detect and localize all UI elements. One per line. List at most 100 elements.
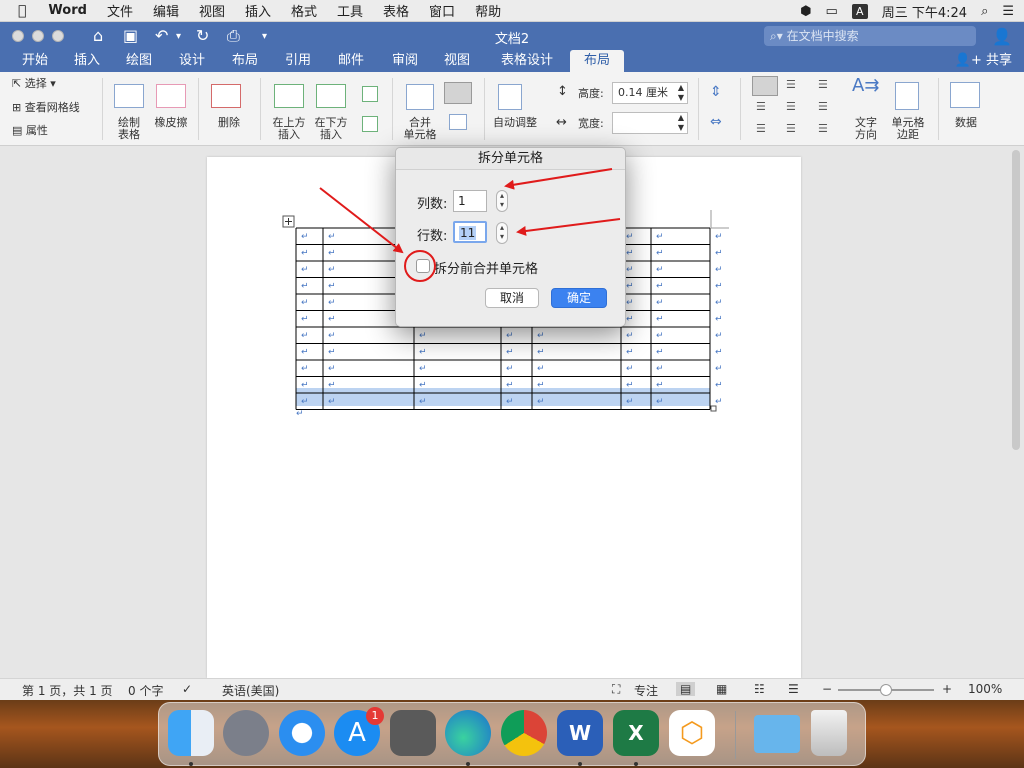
distribute-rows-icon[interactable]: ⇕ [710,85,722,99]
screen-mirror-icon[interactable]: ▭ [825,4,837,19]
draft-view-icon[interactable]: ☰ [788,682,799,696]
language[interactable]: 英语(美国) [222,682,279,699]
tab-table-design[interactable]: 表格设计 [493,50,561,72]
tab-home[interactable]: 开始 [14,50,56,72]
edge-icon[interactable] [445,710,491,756]
align-bottom-right-icon[interactable]: ☰ [818,122,836,136]
delete-table-icon[interactable] [211,84,241,108]
table-move-handle-icon[interactable] [282,215,295,228]
system-preferences-icon[interactable] [390,710,436,756]
eraser-icon[interactable] [156,84,186,108]
menu-app-name[interactable]: Word [38,3,97,18]
cell-margins-label[interactable]: 单元格 边距 [886,117,930,141]
folder-icon[interactable] [754,715,800,753]
menu-format[interactable]: 格式 [281,1,327,20]
tab-review[interactable]: 审阅 [384,50,426,72]
row-height-field[interactable]: 0.14 厘米 ▲ ▼ [612,82,688,104]
merge-cells-label[interactable]: 合并 单元格 [400,117,440,141]
insert-above-label[interactable]: 在上方 插入 [268,117,310,141]
rows-stepper[interactable]: ▴ ▾ [496,222,508,244]
spotlight-icon[interactable]: ⌕ [981,4,988,19]
cell-margins-icon[interactable] [895,82,919,110]
columns-input[interactable]: 1 [453,190,487,212]
tab-references[interactable]: 引用 [277,50,319,72]
text-direction-icon[interactable]: A⇉ [852,77,879,95]
menu-insert[interactable]: 插入 [235,1,281,20]
focus-label[interactable]: 专注 [634,682,658,699]
tab-design[interactable]: 设计 [171,50,213,72]
vertical-scrollbar[interactable] [1012,150,1020,450]
share-button[interactable]: 👤+ 共享 [955,50,1012,72]
text-direction-label[interactable]: 文字 方向 [848,117,884,141]
insert-left-icon[interactable] [362,86,378,102]
account-icon[interactable]: 👤 [992,27,1012,46]
eraser-label[interactable]: 橡皮擦 [152,117,190,129]
insert-above-icon[interactable] [274,84,304,108]
menu-edit[interactable]: 编辑 [143,1,189,20]
merge-before-split-checkbox[interactable] [416,259,430,273]
proofing-icon[interactable]: ✓ [182,682,192,696]
menu-file[interactable]: 文件 [97,1,143,20]
menu-table[interactable]: 表格 [373,1,419,20]
menu-tools[interactable]: 工具 [327,1,373,20]
page-count[interactable]: 第 1 页，共 1 页 [22,682,113,699]
print-layout-icon[interactable]: ▤ [676,682,696,696]
web-layout-icon[interactable]: ▦ [716,682,727,696]
menu-window[interactable]: 窗口 [419,1,465,20]
align-bottom-left-icon[interactable]: ☰ [756,122,774,136]
delete-label[interactable]: 删除 [210,117,248,129]
safari-icon[interactable] [279,710,325,756]
align-center-icon[interactable]: ☰ [786,100,804,114]
menu-help[interactable]: 帮助 [465,1,511,20]
apple-menu-icon[interactable]:  [0,3,38,19]
merge-cells-icon[interactable] [406,84,434,110]
excel-icon[interactable]: X [613,710,659,756]
rows-input[interactable]: 11 [453,221,487,243]
chrome-icon[interactable] [501,710,547,756]
finder-icon[interactable] [168,710,214,756]
align-top-center-icon[interactable]: ☰ [786,78,804,92]
align-bottom-center-icon[interactable]: ☰ [786,122,804,136]
tab-draw[interactable]: 绘图 [118,50,160,72]
align-middle-left-icon[interactable]: ☰ [756,100,774,114]
merge-before-split-label[interactable]: 拆分前合并单元格 [434,258,538,277]
tab-view[interactable]: 视图 [436,50,478,72]
select-button[interactable]: ⇱ 选择 ▾ [12,78,56,90]
tab-table-layout[interactable]: 布局 [570,50,625,72]
zoom-slider-thumb[interactable] [880,684,892,696]
menu-view[interactable]: 视图 [189,1,235,20]
row-height-stepper[interactable]: ▲ ▼ [678,83,684,103]
draw-table-label[interactable]: 绘制 表格 [110,117,148,141]
focus-icon[interactable]: ⛶ [612,682,620,697]
cancel-button[interactable]: 取消 [485,288,539,308]
split-cells-icon[interactable] [444,82,472,104]
word-count[interactable]: 0 个字 [128,682,163,699]
tab-mailings[interactable]: 邮件 [330,50,372,72]
tab-insert[interactable]: 插入 [66,50,108,72]
column-width-field[interactable]: ▲ ▼ [612,112,688,134]
tab-layout[interactable]: 布局 [224,50,266,72]
word-icon[interactable]: W [557,710,603,756]
align-top-left-icon[interactable] [752,76,778,96]
autofit-icon[interactable] [498,84,522,110]
ok-button[interactable]: 确定 [551,288,607,308]
align-top-right-icon[interactable]: ☰ [818,78,836,92]
insert-below-icon[interactable] [316,84,346,108]
insert-below-label[interactable]: 在下方 插入 [310,117,352,141]
distribute-columns-icon[interactable]: ⇔ [710,115,722,129]
autofit-label[interactable]: 自动调整 [490,117,540,129]
outline-view-icon[interactable]: ☷ [754,682,765,696]
align-middle-right-icon[interactable]: ☰ [818,100,836,114]
column-width-stepper[interactable]: ▲ ▼ [678,113,684,133]
draw-table-icon[interactable] [114,84,144,108]
selected-row[interactable] [296,388,710,406]
split-table-icon[interactable] [449,114,467,130]
zoom-level[interactable]: 100% [968,682,1002,696]
control-center-icon[interactable]: ☰ [1002,4,1014,19]
table-resize-handle[interactable] [710,405,717,412]
columns-stepper[interactable]: ▴ ▾ [496,190,508,212]
document-search-input[interactable]: ⌕▾ 在文档中搜索 [764,26,976,46]
clock[interactable]: 周三 下午4:24 [882,2,967,21]
trash-icon[interactable] [811,710,847,756]
shield-status-icon[interactable]: ⬢ [800,4,811,19]
